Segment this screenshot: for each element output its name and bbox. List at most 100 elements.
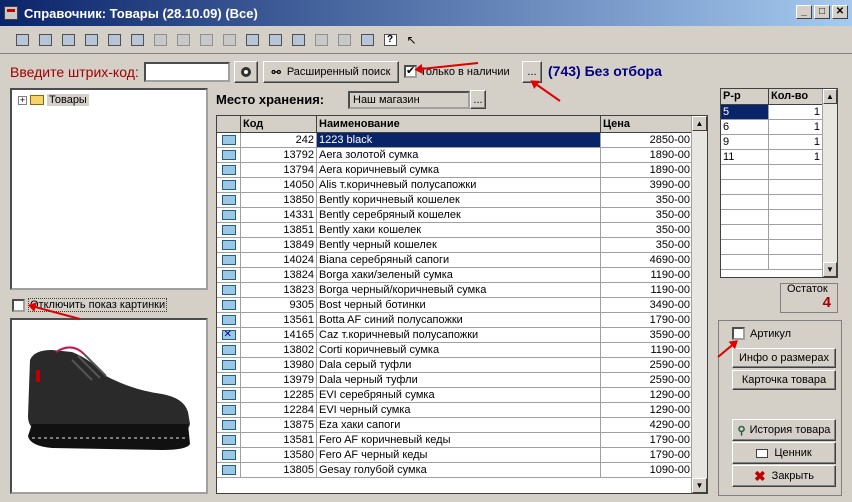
barcode-scan-button[interactable] (234, 61, 258, 83)
table-row[interactable]: 14024 Biana серебряный сапоги 4690-00 (217, 253, 693, 268)
table-row[interactable]: 13850 Bently коричневый кошелек 350-00 (217, 193, 693, 208)
cell-code[interactable]: 13979 (241, 373, 317, 388)
cell-name[interactable]: Aera коричневый сумка (317, 163, 601, 178)
sizes-row[interactable]: 11 1 (721, 150, 837, 165)
cell-price[interactable]: 350-00 (601, 208, 693, 223)
cell-price[interactable]: 350-00 (601, 223, 693, 238)
cell-name[interactable]: EVI серебряный сумка (317, 388, 601, 403)
category-tree[interactable]: + Товары (10, 88, 208, 290)
cell-name[interactable]: Bently хаки кошелек (317, 223, 601, 238)
cell-code[interactable]: 13581 (241, 433, 317, 448)
cell-price[interactable]: 3990-00 (601, 178, 693, 193)
cell-size-empty[interactable] (721, 195, 769, 210)
cell-price[interactable]: 1790-00 (601, 433, 693, 448)
tree-icon[interactable] (334, 30, 354, 50)
export-icon[interactable] (173, 30, 193, 50)
cell-price[interactable]: 3590-00 (601, 328, 693, 343)
cell-price[interactable]: 350-00 (601, 193, 693, 208)
cell-code[interactable]: 13824 (241, 268, 317, 283)
report-icon[interactable] (311, 30, 331, 50)
save-icon[interactable] (58, 30, 78, 50)
cell-code[interactable]: 14331 (241, 208, 317, 223)
pointer-help-icon[interactable]: ↖ (403, 30, 423, 50)
cell-size[interactable]: 5 (721, 105, 769, 120)
cell-code[interactable]: 13580 (241, 448, 317, 463)
sizes-row[interactable] (721, 180, 837, 195)
cell-name[interactable]: Aera золотой сумка (317, 148, 601, 163)
table-row[interactable]: 13561 Botta AF синий полусапожки 1790-00 (217, 313, 693, 328)
cell-code[interactable]: 12284 (241, 403, 317, 418)
price-tag-button[interactable]: Ценник (732, 442, 836, 464)
cell-qty-empty[interactable] (769, 210, 823, 225)
header-icon-col[interactable] (217, 116, 241, 133)
copy-doc-icon[interactable] (265, 30, 285, 50)
cell-code[interactable]: 9305 (241, 298, 317, 313)
cell-qty[interactable]: 1 (769, 105, 823, 120)
cell-price[interactable]: 1190-00 (601, 283, 693, 298)
delete-icon[interactable] (127, 30, 147, 50)
sizes-row[interactable] (721, 240, 837, 255)
cell-code[interactable]: 13849 (241, 238, 317, 253)
expand-icon[interactable]: + (18, 95, 27, 105)
minimize-button[interactable]: _ (796, 5, 812, 19)
table-row[interactable]: 13980 Dala серый туфли 2590-00 (217, 358, 693, 373)
cell-price[interactable]: 1790-00 (601, 448, 693, 463)
cell-name[interactable]: Borga черный/коричневый сумка (317, 283, 601, 298)
cell-price[interactable]: 1890-00 (601, 163, 693, 178)
scroll-down-arrow[interactable]: ▼ (692, 478, 707, 493)
cell-price[interactable]: 1790-00 (601, 313, 693, 328)
cell-price[interactable]: 2590-00 (601, 358, 693, 373)
cell-name[interactable]: Gesay голубой сумка (317, 463, 601, 478)
cell-qty[interactable]: 1 (769, 150, 823, 165)
table-row[interactable]: 12284 EVI черный сумка 1290-00 (217, 403, 693, 418)
sizes-row[interactable] (721, 210, 837, 225)
cell-qty-empty[interactable] (769, 165, 823, 180)
cell-price[interactable]: 1190-00 (601, 343, 693, 358)
open-icon[interactable] (35, 30, 55, 50)
history-button[interactable]: ⚲ История товара (732, 419, 836, 441)
table-row[interactable]: 14331 Bently серебряный кошелек 350-00 (217, 208, 693, 223)
table-row[interactable]: 13875 Eza хаки сапоги 4290-00 (217, 418, 693, 433)
cell-price[interactable]: 1290-00 (601, 388, 693, 403)
extended-search-button[interactable]: ⚯ Расширенный поиск (263, 61, 399, 83)
cell-name[interactable]: Biana серебряный сапоги (317, 253, 601, 268)
cell-code[interactable]: 14024 (241, 253, 317, 268)
table-row[interactable]: 12285 EVI серебряный сумка 1290-00 (217, 388, 693, 403)
tree-node-products[interactable]: + Товары (18, 94, 89, 106)
cell-price[interactable]: 350-00 (601, 238, 693, 253)
cell-code[interactable]: 14050 (241, 178, 317, 193)
print-preview-icon[interactable] (357, 30, 377, 50)
cell-code[interactable]: 13980 (241, 358, 317, 373)
cell-size-empty[interactable] (721, 240, 769, 255)
table-row[interactable]: 13851 Bently хаки кошелек 350-00 (217, 223, 693, 238)
cell-code[interactable]: 13794 (241, 163, 317, 178)
storage-select[interactable]: Наш магазин (348, 91, 470, 109)
cell-qty[interactable]: 1 (769, 135, 823, 150)
cell-name[interactable]: Caz т.коричневый полусапожки (317, 328, 601, 343)
cell-name[interactable]: 1223 black (317, 133, 601, 148)
storage-ellipsis-button[interactable]: ... (470, 90, 486, 109)
cell-name[interactable]: Alis т.коричневый полусапожки (317, 178, 601, 193)
cell-name[interactable]: Botta AF синий полусапожки (317, 313, 601, 328)
sizes-row[interactable]: 51 (721, 105, 837, 120)
cell-name[interactable]: Bently серебряный кошелек (317, 208, 601, 223)
cell-qty[interactable]: 1 (769, 120, 823, 135)
cell-name[interactable]: Fero AF коричневый кеды (317, 433, 601, 448)
cell-code[interactable]: 13823 (241, 283, 317, 298)
table-row[interactable]: 13794 Aera коричневый сумка 1890-00 (217, 163, 693, 178)
help-icon[interactable]: ? (380, 30, 400, 50)
cell-size-empty[interactable] (721, 255, 769, 270)
table-row[interactable]: 13792 Aera золотой сумка 1890-00 (217, 148, 693, 163)
table-row[interactable]: 242 1223 black 2850-00 (217, 133, 693, 148)
cell-size-empty[interactable] (721, 225, 769, 240)
cell-code[interactable]: 12285 (241, 388, 317, 403)
cell-price[interactable]: 2850-00 (601, 133, 693, 148)
header-code[interactable]: Код (241, 116, 317, 133)
cell-code[interactable]: 13561 (241, 313, 317, 328)
copy-icon[interactable] (196, 30, 216, 50)
filter-icon[interactable] (242, 30, 262, 50)
cell-size[interactable]: 9 (721, 135, 769, 150)
close-window-button[interactable]: ✕ (832, 5, 848, 19)
cell-code[interactable]: 14165 (241, 328, 317, 343)
cell-name[interactable]: EVI черный сумка (317, 403, 601, 418)
